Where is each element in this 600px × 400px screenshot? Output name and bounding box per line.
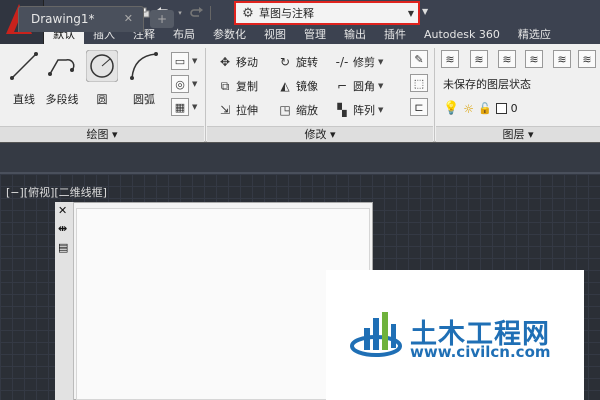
unlock-icon: 🔓 — [477, 102, 492, 115]
trim-tool[interactable]: -/- 修剪 ▼ — [334, 53, 384, 71]
arc-tool[interactable]: 圆弧 — [124, 50, 164, 107]
close-icon[interactable]: ✕ — [124, 7, 133, 31]
properties-icon[interactable]: ▤ — [58, 241, 68, 254]
layer-previous-button[interactable]: ≋ — [578, 50, 596, 68]
erase-tool[interactable]: ✎ — [410, 50, 428, 68]
light-bulb-icon: 💡 — [443, 101, 460, 116]
tab-parametric[interactable]: 参数化 — [204, 26, 255, 44]
layers-panel-title[interactable]: 图层 ▾ — [436, 126, 600, 142]
trim-icon: -/- — [335, 55, 349, 69]
layer-off-icon: ≋ — [502, 52, 512, 66]
stretch-icon: ⇲ — [219, 103, 231, 117]
tab-output[interactable]: 输出 — [335, 26, 375, 44]
polyline-tool[interactable]: 多段线 — [42, 50, 82, 107]
explode-icon: ⬚ — [413, 76, 425, 90]
layer-match-button[interactable]: ≋ — [553, 50, 571, 68]
move-tool[interactable]: ✥ 移动 — [217, 53, 258, 71]
fillet-tool[interactable]: ⌐ 圆角 ▼ — [334, 77, 383, 95]
line-tool[interactable]: 直线 — [4, 50, 44, 107]
tab-autodesk-360[interactable]: Autodesk 360 — [415, 26, 509, 44]
watermark-url: www.civilcn.com — [410, 343, 551, 361]
chevron-down-icon[interactable]: ▼ — [378, 82, 383, 90]
pencil-eraser-icon: ✎ — [414, 52, 424, 66]
layer-freeze-button[interactable]: ≋ — [525, 50, 543, 68]
file-tab-label: Drawing1* — [31, 12, 95, 26]
rectangle-icon: ▭ — [174, 54, 186, 68]
polyline-icon — [48, 58, 75, 76]
array-tool[interactable]: ▚ 阵列 ▼ — [334, 101, 383, 119]
tab-view[interactable]: 视图 — [255, 26, 295, 44]
scale-icon: ◳ — [279, 103, 291, 117]
offset-icon: ⊏ — [414, 100, 424, 114]
ribbon-panel: 直线 多段线 圆 圆弧 ▭ ▼ ◎ ▼ ▦ ▼ 绘图 ▾ ✥ 移动 ↻ 旋转 -/-… — [0, 44, 600, 142]
file-tab-drawing1[interactable]: Drawing1* ✕ — [18, 6, 144, 32]
layer-off-button[interactable]: ≋ — [498, 50, 516, 68]
layer-iso-button[interactable]: ≋ — [470, 50, 488, 68]
move-icon: ✥ — [219, 55, 231, 69]
chevron-down-icon[interactable]: ▼ — [378, 106, 383, 114]
mirror-icon: ◭ — [280, 79, 290, 93]
polyline-label: 多段线 — [45, 93, 79, 106]
stretch-tool[interactable]: ⇲ 拉伸 — [217, 101, 258, 119]
draw-panel-title[interactable]: 绘图 ▾ — [0, 126, 204, 142]
ellipse-tool[interactable]: ◎ — [171, 75, 189, 93]
line-icon — [10, 52, 38, 80]
arc-label: 圆弧 — [133, 93, 155, 106]
scale-tool[interactable]: ◳ 缩放 — [277, 101, 318, 119]
hatch-icon: ▦ — [174, 100, 186, 114]
layer-previous-icon: ≋ — [582, 52, 592, 66]
copy-icon: ⧉ — [220, 78, 230, 93]
chevron-down-icon[interactable]: ▼ — [192, 80, 197, 88]
customize-toolbar-icon[interactable]: ▼ — [422, 7, 428, 16]
current-layer-name: 0 — [510, 102, 518, 115]
sun-icon: ☼ — [463, 101, 474, 116]
fillet-icon: ⌐ — [336, 79, 348, 93]
tab-manage[interactable]: 管理 — [295, 26, 335, 44]
modify-panel-title[interactable]: 修改 ▾ — [207, 126, 433, 142]
gear-icon: ⚙ — [242, 5, 254, 21]
layer-properties-button[interactable]: ≋ — [441, 50, 459, 68]
viewport-controls[interactable]: [−][俯视][二维线框] — [6, 184, 107, 200]
offset-tool[interactable]: ⊏ — [410, 98, 428, 116]
new-tab-button[interactable]: + — [150, 10, 174, 28]
mirror-tool[interactable]: ◭ 镜像 — [277, 77, 318, 95]
workspace-label: 草图与注释 — [259, 7, 314, 20]
explode-tool[interactable]: ⬚ — [410, 74, 428, 92]
undo-dropdown-icon[interactable]: ▾ — [176, 5, 184, 21]
line-label: 直线 — [13, 93, 35, 106]
circle-label: 圆 — [96, 93, 108, 106]
layer-isolate-icon: ≋ — [474, 52, 484, 66]
redo-icon[interactable] — [189, 5, 205, 21]
tab-layout[interactable]: 布局 — [164, 26, 204, 44]
color-swatch — [495, 103, 507, 114]
workspace-switcher[interactable]: ⚙ 草图与注释 ▼ — [234, 1, 420, 25]
chevron-down-icon[interactable]: ▼ — [378, 58, 383, 66]
circle-icon — [85, 49, 119, 83]
layer-match-icon: ≋ — [557, 52, 567, 66]
file-tab-bar — [0, 142, 600, 174]
civilcn-logo — [350, 312, 402, 357]
close-icon[interactable]: ✕ — [58, 204, 67, 217]
circle-tool[interactable]: 圆 — [82, 49, 122, 107]
chevron-down-icon[interactable]: ▼ — [192, 103, 197, 111]
plus-icon: + — [156, 12, 168, 26]
layer-freeze-icon: ≋ — [529, 52, 539, 66]
ellipse-icon: ◎ — [175, 77, 185, 91]
rotate-tool[interactable]: ↻ 旋转 — [277, 53, 318, 71]
auto-hide-icon[interactable]: ⇹ — [58, 222, 67, 235]
layer-state-dropdown[interactable]: 未保存的图层状态 — [440, 75, 598, 95]
array-icon: ▚ — [337, 103, 347, 117]
copy-tool[interactable]: ⧉ 复制 — [217, 77, 258, 95]
rotate-icon: ↻ — [279, 55, 291, 69]
tab-plugins[interactable]: 插件 — [375, 26, 415, 44]
hatch-tool[interactable]: ▦ — [171, 98, 189, 116]
current-layer-dropdown[interactable]: 💡 ☼ 🔓 0 — [443, 101, 518, 116]
rectangle-tool[interactable]: ▭ — [171, 52, 189, 70]
layers-icon: ≋ — [445, 52, 455, 66]
chevron-down-icon[interactable]: ▼ — [192, 57, 197, 65]
tab-featured-apps[interactable]: 精选应 — [509, 26, 560, 44]
chevron-down-icon: ▼ — [407, 8, 415, 18]
arc-icon — [130, 52, 158, 80]
